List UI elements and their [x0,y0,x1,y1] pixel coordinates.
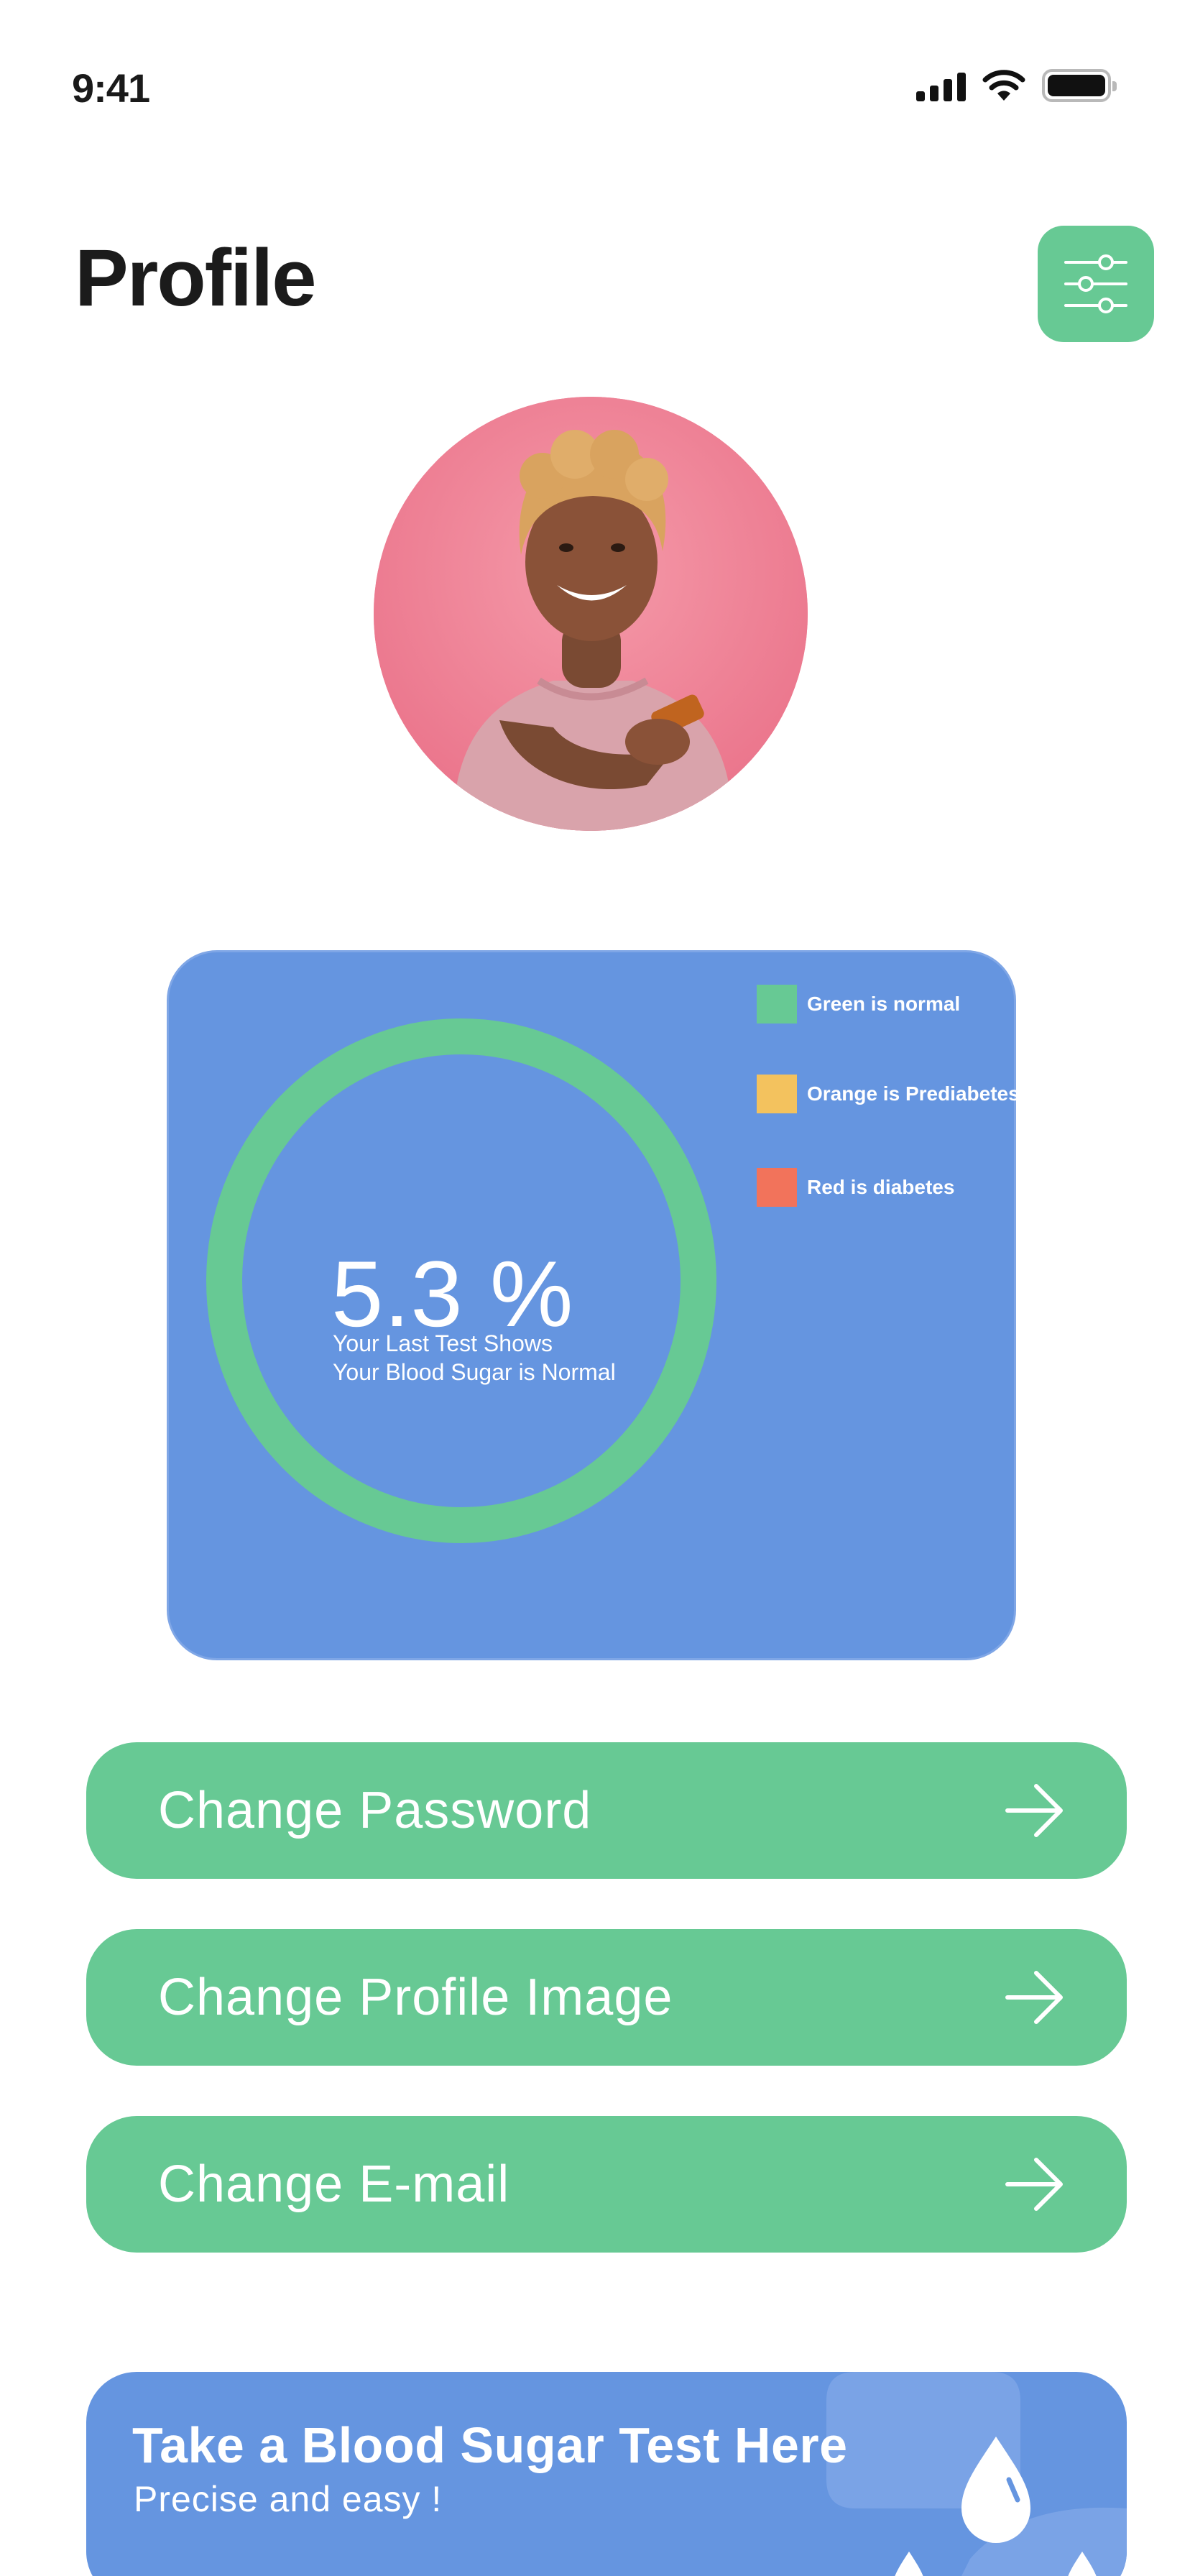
change-email-button[interactable]: Change E-mail [86,2116,1127,2253]
filter-button[interactable] [1038,226,1154,342]
banner-title: Take a Blood Sugar Test Here [132,2417,848,2473]
blood-drop-icon [826,2372,1127,2576]
status-icons [916,69,1117,102]
test-result-card: 5.3 % Your Last Test Shows Your Blood Su… [167,950,1020,1660]
legend-swatch [757,1075,797,1113]
change-profile-image-label: Change Profile Image [158,1969,673,2026]
arrow-right-icon [1005,1784,1063,1837]
page-title: Profile [75,233,317,323]
legend-label: Orange is Prediabetes [807,1082,1020,1105]
legend-swatch [757,1168,797,1207]
blood-test-banner[interactable]: Take a Blood Sugar Test Here Precise and… [86,2372,1127,2576]
change-password-button[interactable]: Change Password [86,1742,1127,1879]
legend-swatch [757,985,797,1024]
status-time: 9:41 [72,65,150,111]
change-profile-image-button[interactable]: Change Profile Image [86,1929,1127,2066]
legend-item-diabetes: Red is diabetes [757,1168,954,1207]
legend-item-normal: Green is normal [757,985,960,1024]
legend-label: Red is diabetes [807,1176,955,1198]
wifi-icon [982,70,1025,101]
result-status-line-1: Your Last Test Shows [333,1330,553,1356]
banner-subtitle: Precise and easy ! [134,2479,443,2519]
change-email-label: Change E-mail [158,2156,510,2213]
result-status-line-2: Your Blood Sugar is Normal [333,1359,616,1385]
sliders-icon [1064,254,1127,313]
change-password-label: Change Password [158,1782,592,1839]
arrow-right-icon [1005,1971,1063,2024]
legend-item-prediabetes: Orange is Prediabetes [757,1075,1020,1113]
avatar[interactable] [374,397,808,831]
arrow-right-icon [1005,2158,1063,2211]
profile-photo [374,397,808,831]
legend-label: Green is normal [807,993,961,1015]
battery-icon [1042,69,1117,102]
signal-icon [916,70,966,101]
